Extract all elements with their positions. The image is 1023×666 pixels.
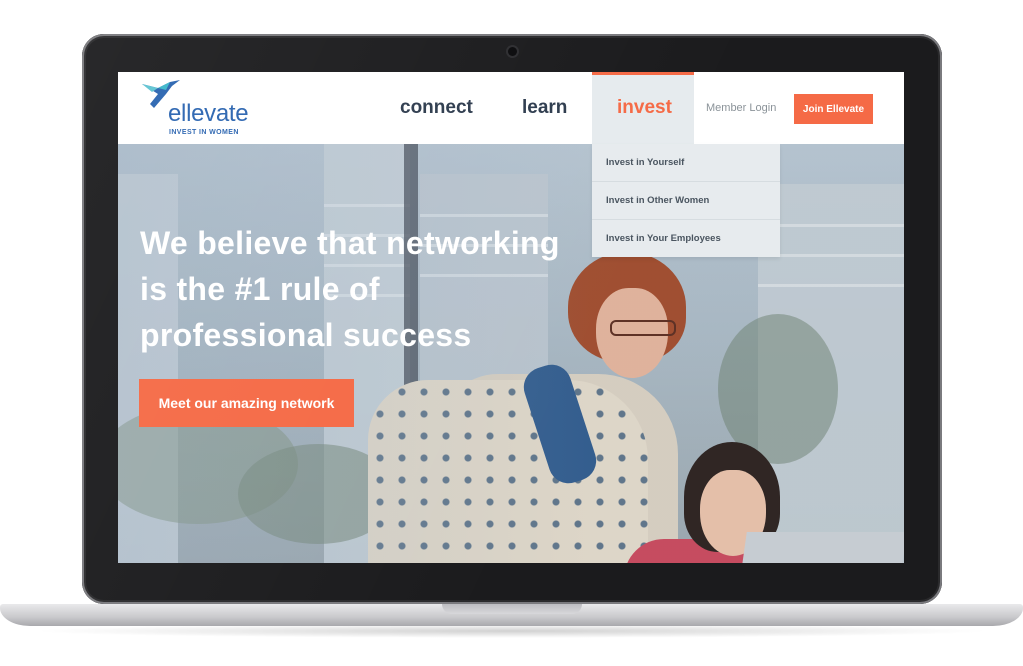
hero-section: We believe that networking is the #1 rul… bbox=[118, 144, 904, 563]
menu-item-invest-other-women[interactable]: Invest in Other Women bbox=[592, 182, 780, 220]
meet-network-button[interactable]: Meet our amazing network bbox=[139, 379, 354, 427]
logo-wordmark: ellevate bbox=[168, 100, 249, 127]
join-ellevate-button[interactable]: Join Ellevate bbox=[794, 94, 873, 124]
menu-item-invest-yourself[interactable]: Invest in Yourself bbox=[592, 144, 780, 182]
menu-item-invest-employees[interactable]: Invest in Your Employees bbox=[592, 220, 780, 257]
nav-invest-label: invest bbox=[617, 97, 672, 118]
laptop-shadow bbox=[30, 624, 993, 638]
logo-tagline: INVEST IN WOMEN bbox=[169, 129, 239, 136]
hero-headline: We believe that networking is the #1 rul… bbox=[140, 225, 560, 353]
nav-invest[interactable]: invest bbox=[592, 72, 694, 144]
nav-learn[interactable]: learn bbox=[522, 97, 567, 119]
laptop-screen: We believe that networking is the #1 rul… bbox=[118, 72, 904, 563]
webcam-icon bbox=[508, 47, 517, 56]
invest-dropdown-menu: Invest in Yourself Invest in Other Women… bbox=[592, 144, 780, 257]
site-header: ellevate INVEST IN WOMEN connect learn i… bbox=[118, 72, 904, 144]
member-login-link[interactable]: Member Login bbox=[706, 102, 776, 114]
ellevate-logo[interactable]: ellevate INVEST IN WOMEN bbox=[140, 78, 265, 138]
nav-connect[interactable]: connect bbox=[400, 97, 473, 119]
laptop-opening-notch bbox=[442, 604, 582, 614]
